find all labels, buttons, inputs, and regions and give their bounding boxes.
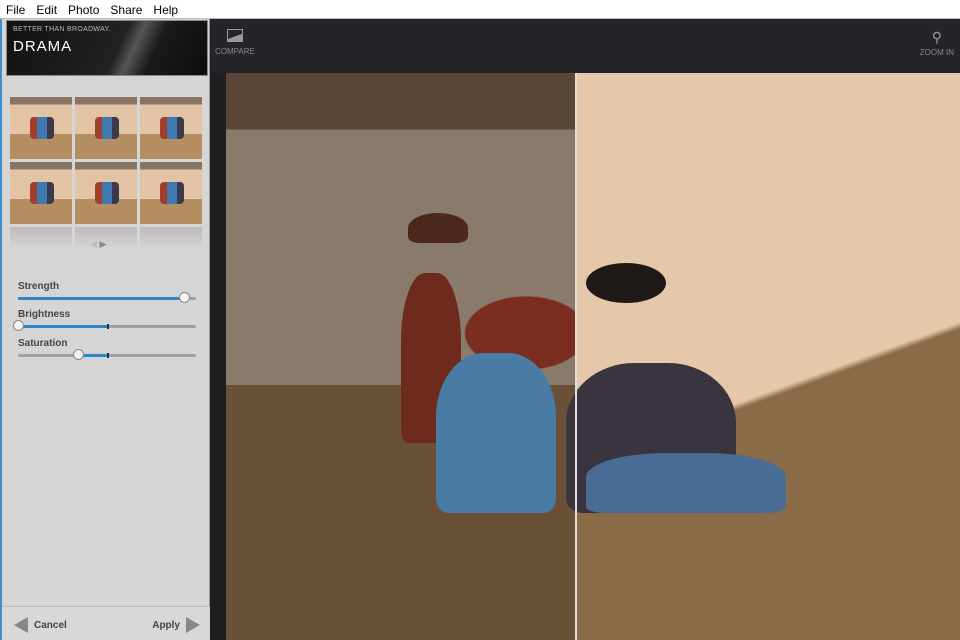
variation-thumbnail[interactable]	[140, 162, 202, 224]
menu-photo[interactable]: Photo	[62, 0, 104, 18]
image-toolbar: COMPARE ⚲ ZOOM IN	[211, 19, 960, 73]
panel-footer: Cancel Apply	[2, 606, 210, 640]
menu-edit[interactable]: Edit	[30, 0, 62, 18]
slider-track[interactable]	[13, 320, 196, 331]
variation-thumbnail[interactable]	[140, 227, 202, 247]
before-image	[226, 73, 576, 640]
variation-thumbnail[interactable]	[10, 97, 72, 159]
brightness-label: Brightness	[18, 309, 71, 320]
menu-help[interactable]: Help	[147, 0, 183, 18]
magnifier-icon: ⚲	[931, 29, 943, 45]
apply-button[interactable]: Apply	[152, 617, 200, 633]
zoom-in-label: ZOOM IN	[919, 48, 954, 57]
effect-tagline: BETTER THAN BROADWAY.	[13, 26, 111, 33]
brightness-slider[interactable]: Brightness	[13, 309, 196, 331]
variation-thumbnail[interactable]	[140, 97, 202, 159]
variation-thumbnail[interactable]	[10, 162, 72, 224]
thumbnail-pager: ◀ ▶	[90, 239, 106, 250]
menu-bar: File Edit Photo Share Help	[0, 0, 960, 19]
variation-thumbnail[interactable]	[10, 227, 72, 247]
menu-file[interactable]: File	[0, 0, 30, 18]
image-icon	[226, 29, 243, 42]
arrow-left-icon	[14, 617, 28, 633]
apply-label: Apply	[152, 619, 180, 631]
variation-thumbnail[interactable]	[75, 97, 137, 159]
effect-banner: BETTER THAN BROADWAY. DRAMA	[6, 20, 208, 76]
slider-thumb[interactable]	[13, 320, 24, 331]
saturation-label: Saturation	[18, 338, 68, 349]
after-image	[566, 73, 960, 640]
slider-thumb[interactable]	[72, 349, 84, 360]
strength-slider[interactable]: Strength	[18, 281, 196, 303]
slider-thumb[interactable]	[178, 292, 190, 303]
compare-button[interactable]: COMPARE	[215, 29, 255, 56]
slider-track[interactable]	[18, 292, 196, 303]
photo-preview[interactable]	[226, 73, 960, 640]
compare-label: COMPARE	[215, 47, 255, 56]
effect-title: DRAMA	[13, 38, 73, 55]
zoom-in-button[interactable]: ⚲ ZOOM IN	[920, 29, 954, 57]
menu-share[interactable]: Share	[104, 0, 147, 18]
effects-panel: BETTER THAN BROADWAY. DRAMA ◀ ▶ Strength…	[0, 19, 210, 640]
variation-thumbnails	[10, 97, 204, 247]
strength-label: Strength	[18, 281, 60, 292]
arrow-right-icon	[186, 617, 200, 633]
cancel-label: Cancel	[34, 619, 67, 631]
cancel-button[interactable]: Cancel	[14, 617, 67, 633]
next-page-icon[interactable]: ▶	[99, 239, 106, 249]
compare-divider-handle[interactable]	[575, 73, 577, 640]
slider-track[interactable]	[18, 349, 196, 360]
variation-thumbnail[interactable]	[75, 162, 137, 224]
saturation-slider[interactable]: Saturation	[18, 338, 196, 360]
prev-page-icon[interactable]: ◀	[90, 239, 97, 249]
